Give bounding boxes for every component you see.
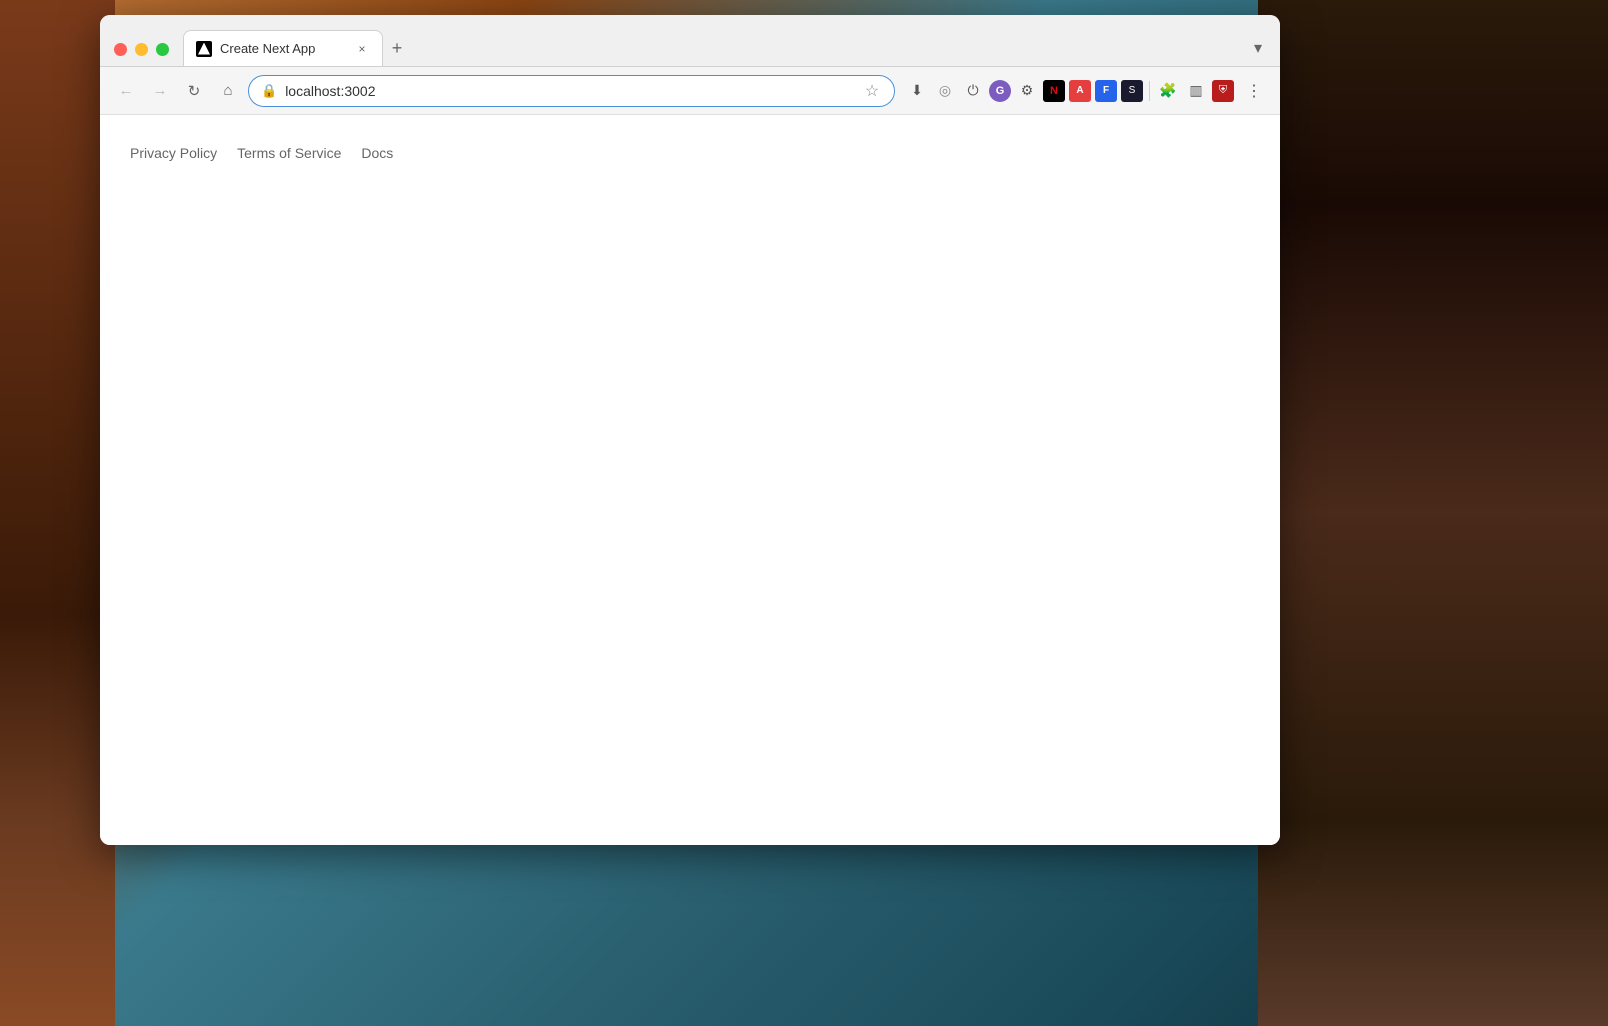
refresh-icon: ↻ bbox=[188, 82, 201, 100]
page-content: Privacy Policy Terms of Service Docs bbox=[100, 115, 1280, 845]
active-tab[interactable]: Create Next App × bbox=[183, 30, 383, 66]
browser-menu-button[interactable]: ⋮ bbox=[1240, 77, 1268, 105]
star-icon: ☆ bbox=[865, 81, 879, 101]
power-extension-icon[interactable]: ⏻ bbox=[961, 79, 985, 103]
url-input[interactable] bbox=[285, 83, 854, 99]
gear-extension-icon[interactable]: ⚙ bbox=[1015, 79, 1039, 103]
docs-link[interactable]: Docs bbox=[361, 145, 393, 161]
home-icon: ⌂ bbox=[223, 82, 232, 99]
n-extension-icon[interactable]: N bbox=[1043, 80, 1065, 102]
close-button[interactable] bbox=[114, 43, 127, 56]
security-icon: 🔒 bbox=[261, 83, 277, 99]
download-extension-icon[interactable]: ⬇ bbox=[905, 79, 929, 103]
sidebar-button[interactable]: ▥ bbox=[1184, 79, 1208, 103]
tabs-area: Create Next App × + ▾ bbox=[183, 30, 1280, 66]
back-button[interactable]: ← bbox=[112, 77, 140, 105]
tab-title: Create Next App bbox=[220, 41, 346, 56]
new-tab-button[interactable]: + bbox=[383, 34, 411, 62]
blue-f-extension-icon[interactable]: F bbox=[1095, 80, 1117, 102]
refresh-button[interactable]: ↻ bbox=[180, 77, 208, 105]
bookmark-button[interactable]: ☆ bbox=[862, 81, 882, 101]
window-controls bbox=[100, 43, 183, 66]
browser-window: Create Next App × + ▾ ← → ↻ ⌂ 🔒 ☆ bbox=[100, 15, 1280, 845]
back-icon: ← bbox=[119, 82, 134, 99]
red-a-extension-icon[interactable]: A bbox=[1069, 80, 1091, 102]
home-button[interactable]: ⌂ bbox=[214, 77, 242, 105]
tab-favicon bbox=[196, 41, 212, 57]
privacy-policy-link[interactable]: Privacy Policy bbox=[130, 145, 217, 161]
forward-button[interactable]: → bbox=[146, 77, 174, 105]
tab-close-button[interactable]: × bbox=[354, 41, 370, 57]
shield-extension-icon[interactable]: ⛨ bbox=[1212, 80, 1234, 102]
extensions-button[interactable]: 🧩 bbox=[1156, 79, 1180, 103]
nav-bar: ← → ↻ ⌂ 🔒 ☆ ⬇ ◎ ⏻ G ⚙ N A F S bbox=[100, 67, 1280, 115]
minimize-button[interactable] bbox=[135, 43, 148, 56]
toolbar-separator bbox=[1149, 81, 1150, 101]
extensions-area: ⬇ ◎ ⏻ G ⚙ N A F S 🧩 ▥ ⛨ bbox=[905, 79, 1234, 103]
purple-g-extension-icon[interactable]: G bbox=[989, 80, 1011, 102]
terms-of-service-link[interactable]: Terms of Service bbox=[237, 145, 341, 161]
maximize-button[interactable] bbox=[156, 43, 169, 56]
page-navigation: Privacy Policy Terms of Service Docs bbox=[130, 135, 1250, 171]
address-bar[interactable]: 🔒 ☆ bbox=[248, 75, 895, 107]
forward-icon: → bbox=[153, 82, 168, 99]
circle-extension-icon[interactable]: ◎ bbox=[933, 79, 957, 103]
tab-dropdown-button[interactable]: ▾ bbox=[1244, 34, 1272, 62]
dark-s-extension-icon[interactable]: S bbox=[1121, 80, 1143, 102]
title-bar: Create Next App × + ▾ bbox=[100, 15, 1280, 67]
